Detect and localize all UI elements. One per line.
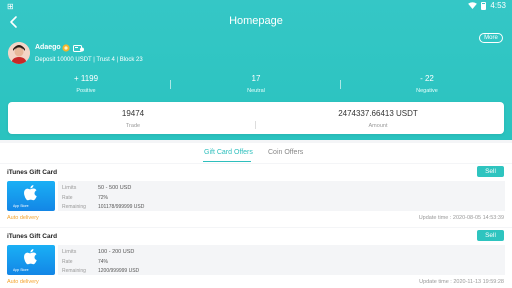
rating-positive-value: + 1199 [73, 74, 99, 83]
more-button[interactable]: More [479, 33, 503, 43]
auto-delivery-label: Auto delivery [7, 279, 39, 285]
verified-card-icon [73, 45, 84, 52]
offer-image: App Store [7, 181, 55, 211]
rating-negative: - 22 Negative [367, 74, 487, 94]
battery-icon [481, 1, 487, 10]
offer-title: iTunes Gift Card [7, 169, 58, 176]
limits-label: Limits [62, 249, 77, 255]
tab-gift-card-offers[interactable]: Gift Card Offers [204, 149, 253, 156]
limits-label: Limits [62, 185, 77, 191]
apple-logo-icon [24, 185, 37, 201]
offer-details: Limits 100 - 200 USD Rate 74% Remaining … [58, 245, 505, 275]
wifi-icon [468, 2, 478, 9]
tab-coin-offers[interactable]: Coin Offers [268, 149, 303, 156]
medal-icon [62, 44, 70, 52]
offer-tabs: Gift Card Offers Coin Offers [0, 143, 512, 163]
notification-icon: ⊞ [7, 2, 14, 11]
rating-negative-label: Negative [416, 88, 438, 94]
rating-row: + 1199 Positive 17 Neutral - 22 Negative [0, 74, 512, 98]
active-tab-indicator [203, 161, 251, 162]
avatar-image [8, 42, 30, 64]
stat-trade: 19474 Trade [33, 109, 233, 129]
stats-card: 19474 Trade 2474337.66413 USDT Amount [8, 102, 504, 134]
offer-title: iTunes Gift Card [7, 233, 58, 240]
sell-button[interactable]: Sell [477, 166, 504, 177]
offer-card[interactable]: iTunes Gift Card Sell App Store Limits 1… [0, 228, 512, 288]
stat-trade-label: Trade [125, 123, 141, 129]
rating-positive: + 1199 Positive [26, 74, 146, 94]
auto-delivery-label: Auto delivery [7, 215, 39, 221]
limits-value: 100 - 200 USD [98, 249, 135, 255]
stat-trade-value: 19474 [121, 109, 145, 118]
sell-button[interactable]: Sell [477, 230, 504, 241]
rating-positive-label: Positive [76, 88, 96, 94]
user-meta: Deposit 10000 USDT | Trust 4 | Block 23 [35, 57, 143, 63]
app-store-label: App Store [13, 268, 29, 272]
rating-neutral-label: Neutral [247, 88, 265, 94]
status-bar: ⊞ 4:53 [0, 0, 512, 12]
stat-amount-value: 2474337.66413 USDT [338, 109, 418, 118]
remaining-value: 1200/999999 USD [98, 268, 140, 274]
app-store-label: App Store [13, 204, 29, 208]
rate-value: 72% [98, 195, 109, 201]
rate-label: Rate [62, 259, 73, 265]
stat-amount-label: Amount [368, 123, 388, 129]
divider [340, 80, 341, 89]
apple-logo-icon [24, 249, 37, 265]
remaining-label: Remaining [62, 268, 86, 274]
offer-details: Limits 50 - 500 USD Rate 72% Remaining 1… [58, 181, 505, 211]
avatar[interactable] [8, 42, 30, 64]
rating-negative-value: - 22 [420, 74, 434, 83]
divider [255, 121, 256, 129]
remaining-label: Remaining [62, 204, 86, 210]
stat-amount: 2474337.66413 USDT Amount [278, 109, 478, 129]
update-time: Update time : 2020-08-05 14:53:39 [418, 215, 504, 221]
status-time: 4:53 [490, 1, 506, 10]
divider [170, 80, 171, 89]
offer-image: App Store [7, 245, 55, 275]
username: Adaego [35, 44, 61, 51]
status-icons: 4:53 [468, 1, 506, 10]
update-time: Update time : 2020-11-13 19:59:28 [419, 279, 504, 285]
limits-value: 50 - 500 USD [98, 185, 132, 191]
rate-value: 74% [98, 259, 109, 265]
page-title: Homepage [229, 15, 283, 27]
remaining-value: 101178/999999 USD [98, 204, 145, 210]
rating-neutral: 17 Neutral [196, 74, 316, 94]
rating-neutral-value: 17 [251, 74, 261, 83]
rate-label: Rate [62, 195, 73, 201]
offer-card[interactable]: iTunes Gift Card Sell App Store Limits 5… [0, 164, 512, 227]
